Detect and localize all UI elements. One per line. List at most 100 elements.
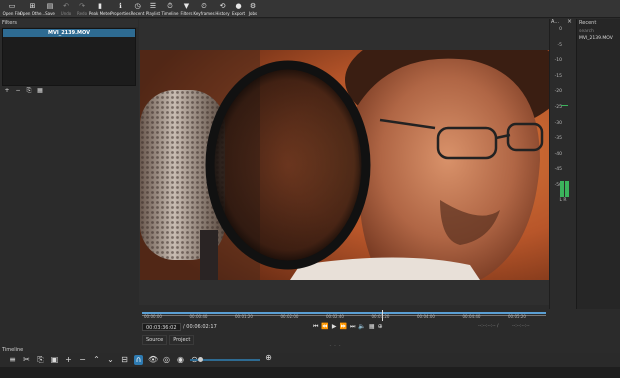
overwrite-icon[interactable]: ⌄ [106, 355, 115, 365]
paste-icon[interactable]: ▣ [50, 355, 59, 365]
meter-scale-label: -35 [554, 136, 562, 142]
rewind-icon[interactable]: ⏪ [321, 323, 328, 331]
split-icon[interactable]: ⊟ [120, 355, 129, 365]
meter-scale-label: -40 [554, 151, 562, 157]
meter-scale-label: -5 [557, 42, 563, 48]
remove-icon[interactable]: − [78, 355, 87, 365]
append-icon[interactable]: + [64, 355, 73, 365]
peak-meter-icon: ▮ [98, 2, 102, 10]
filters-buttons: + − ⎘ ▦ [3, 87, 44, 94]
skip-previous-icon[interactable]: ⏮ [313, 323, 318, 331]
toolbar-export-button[interactable]: ● Export [231, 0, 246, 18]
scrubber-time-label: 00:00:40 [189, 314, 208, 319]
meter-channels-label: L R [559, 198, 567, 203]
toolbar-button-label: Undo [60, 11, 72, 16]
toolbar-playlist-button[interactable]: ☰ Playlist [145, 0, 161, 18]
toolbar-timeline-button[interactable]: ⏱ Timeline [161, 0, 179, 18]
grid-icon[interactable]: ▦ [369, 323, 375, 331]
scrubber-time-label: 00:02:00 [280, 314, 299, 319]
ripple-icon[interactable]: ◎ [162, 355, 171, 365]
toolbar-button-label: Redo [76, 11, 88, 16]
toolbar-history-button[interactable]: ⟲ History [214, 0, 231, 18]
tab-project[interactable]: Project [169, 335, 195, 345]
toolbar-redo-button[interactable]: ↷ Redo [75, 0, 89, 18]
position-timecode[interactable]: 00:03:36:02 [142, 323, 181, 331]
scrub-audio-icon[interactable]: 👁 [148, 355, 158, 365]
pop-filter-shape [205, 60, 371, 270]
toolbar-button-label: Recent [130, 11, 145, 16]
jobs-icon: ⚙ [249, 2, 257, 10]
meter-peak-line [561, 105, 568, 106]
filters-clip-name: MVI_2139.MOV [3, 29, 135, 37]
timeline-tracks[interactable] [0, 367, 620, 378]
save-icon: ▤ [46, 2, 54, 10]
meter-bar-right [565, 181, 569, 197]
zoom-icon[interactable]: ⊕ [378, 323, 383, 331]
recent-panel-title: Recent [579, 20, 597, 26]
scrubber-time-label: 00:04:00 [417, 314, 435, 319]
scrubber-time-label: 00:01:20 [235, 314, 253, 319]
paste-filter-button[interactable]: ▦ [36, 87, 44, 94]
filters-icon: ▼ [183, 2, 190, 10]
playlist-icon: ☰ [149, 2, 157, 10]
menu-icon[interactable]: ≡ [8, 355, 17, 365]
ripple-all-icon[interactable]: ◉ [176, 355, 185, 365]
meter-scale-label: -30 [554, 120, 562, 126]
player-tabs: Source Project [142, 335, 195, 345]
zoom-slider-knob[interactable] [198, 357, 203, 362]
toolbar-open-othe-button[interactable]: ⊞ Open Othe... [19, 0, 46, 18]
cut-icon[interactable]: ✂ [22, 355, 31, 365]
fast-forward-icon[interactable]: ⏩ [340, 323, 347, 331]
recent-list-item[interactable]: MVI_2139.MOV [579, 36, 618, 41]
toolbar-button-label: Jobs [248, 11, 258, 16]
recent-search-input[interactable]: search [579, 28, 618, 35]
meter-scale-label: 0 [559, 27, 562, 32]
history-icon: ⟲ [219, 2, 226, 10]
volume-icon[interactable]: 🔈 [358, 323, 365, 331]
meter-scale-label: -15 [554, 73, 562, 79]
scrubber-time-label: 00:04:40 [462, 314, 481, 319]
copy-filter-button[interactable]: ⎘ [25, 87, 33, 94]
toolbar-filters-button[interactable]: ▼ Filters [179, 0, 194, 18]
toolbar-button-label: Open Othe... [19, 11, 46, 16]
filters-list[interactable]: MVI_2139.MOV [2, 28, 136, 86]
close-icon[interactable]: × [567, 18, 572, 25]
add-filter-button[interactable]: + [3, 87, 11, 94]
remove-filter-button[interactable]: − [14, 87, 22, 94]
in-point-timecode[interactable]: --:--:--:-- / [478, 323, 499, 331]
timeline-icon: ⏱ [167, 1, 173, 10]
zoom-in-icon[interactable]: ⊕ [264, 353, 273, 363]
snap-icon[interactable]: ∩ [134, 355, 143, 365]
toolbar-button-label: Keyframes [193, 11, 215, 16]
toolbar-button-label: Save [45, 11, 55, 16]
toolbar-undo-button[interactable]: ↶ Undo [57, 0, 75, 18]
video-frame[interactable] [140, 50, 549, 280]
toolbar-button-label: Export [231, 11, 246, 16]
toolbar-peak-meter-button[interactable]: ▮ Peak Meter [89, 0, 111, 18]
skip-next-icon[interactable]: ⏭ [350, 323, 355, 331]
toolbar-button-label: Playlist [145, 11, 161, 16]
open-other-icon: ⊞ [29, 2, 36, 10]
play-icon[interactable]: ▶ [332, 323, 337, 331]
copy-icon[interactable]: ⎘ [36, 355, 45, 365]
toolbar-button-label: History [215, 11, 230, 16]
main-toolbar: ▭ Open File ⊞ Open Othe... ▤ Save ↶ Undo ↷ Redo ▮ P… [0, 0, 620, 18]
meter-bar-left [560, 181, 564, 197]
toolbar-properties-button[interactable]: ℹ Properties [110, 0, 130, 18]
scrubber-time-label: 00:02:40 [326, 314, 344, 319]
scrubber-bar[interactable]: 00:00:00 00:00:40 00:01:20 00:02:00 00:02:40… [142, 310, 546, 321]
meter-scale-label: -20 [554, 89, 562, 95]
tab-source[interactable]: Source [142, 335, 168, 345]
out-point-timecode[interactable]: --:--:--:-- [512, 323, 530, 331]
toolbar-jobs-button[interactable]: ⚙ Jobs [246, 0, 260, 18]
recent-panel: Recent search MVI_2139.MOV [576, 19, 620, 309]
export-icon: ● [235, 2, 242, 10]
toolbar-keyframes-button[interactable]: ⏲ Keyframes [193, 0, 215, 18]
lift-icon[interactable]: ⌃ [92, 355, 101, 365]
toolbar-recent-button[interactable]: ◷ Recent [130, 0, 145, 18]
toolbar-save-button[interactable]: ▤ Save [43, 0, 57, 18]
toolbar-button-label: Filters [180, 11, 193, 16]
scrubber-time-label: 00:05:20 [508, 314, 526, 319]
scrubber-time-label: 00:03:20 [371, 314, 390, 319]
face-shape [355, 58, 540, 280]
